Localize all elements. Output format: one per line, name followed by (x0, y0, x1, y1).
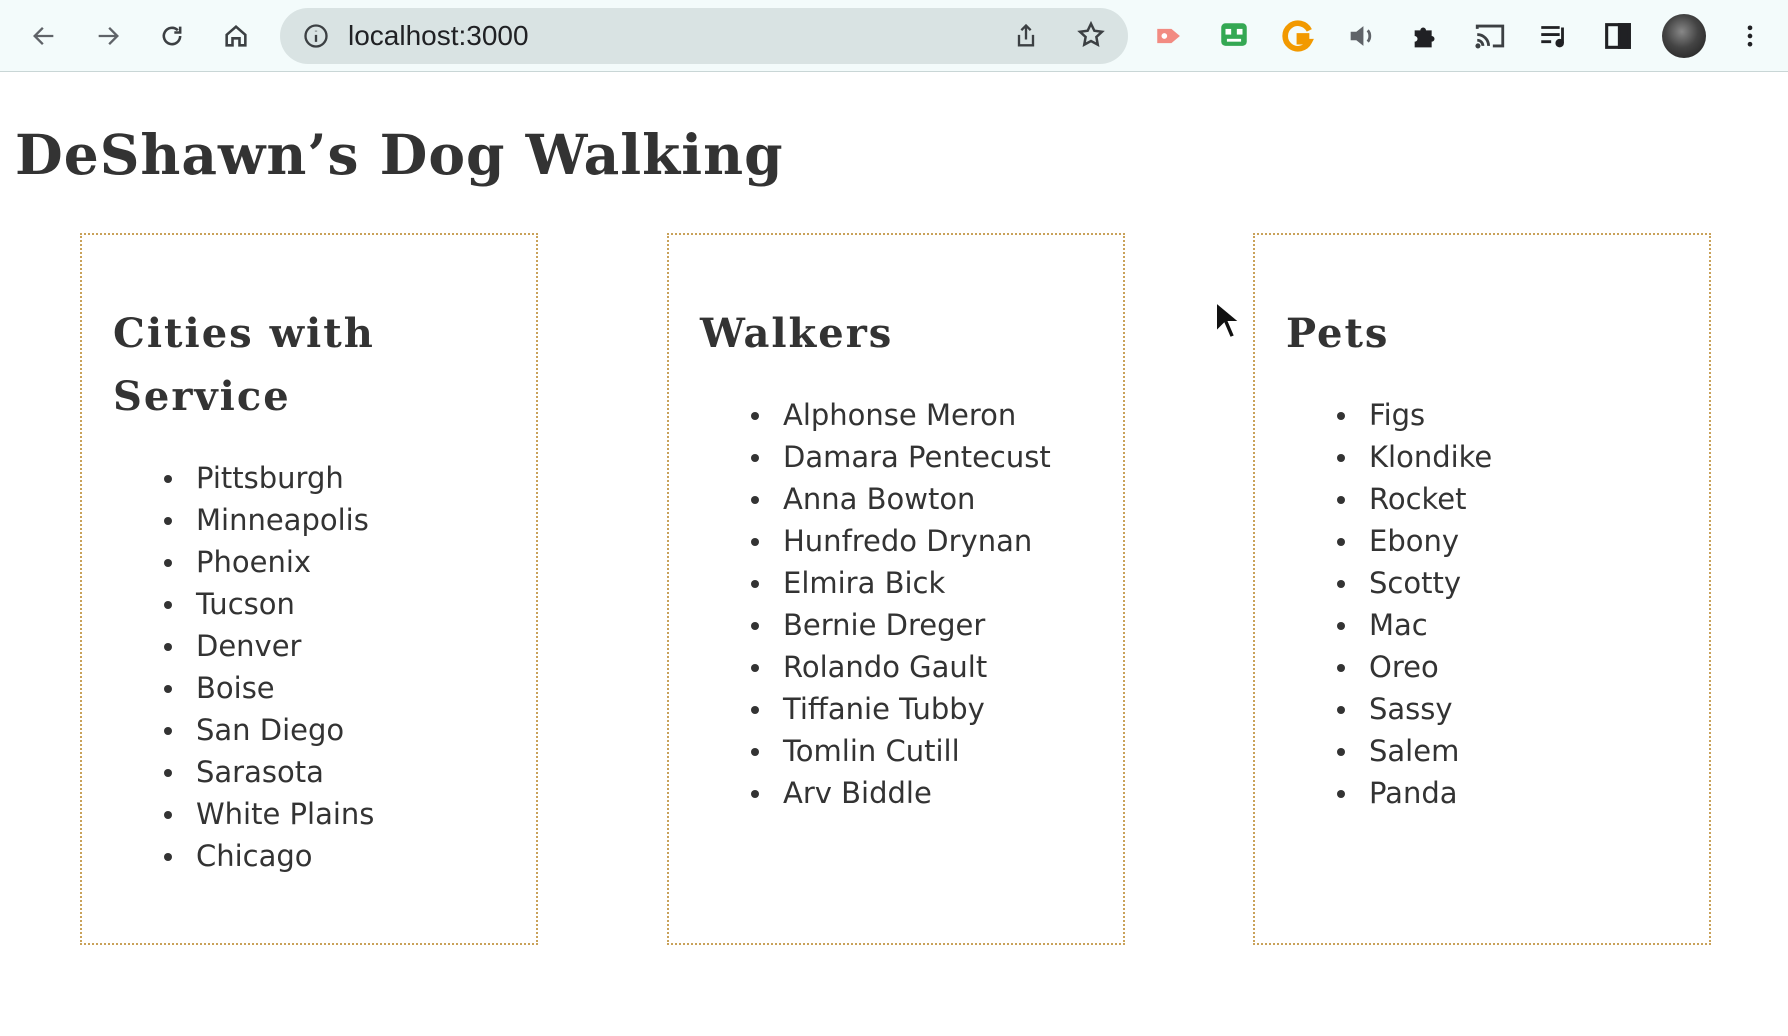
cast-icon[interactable] (1470, 16, 1510, 56)
forward-arrow-icon[interactable] (90, 18, 126, 54)
pets-heading: Pets (1286, 310, 1390, 357)
list-item: Sarasota (162, 751, 374, 793)
address-bar[interactable] (280, 8, 1128, 64)
list-item: Denver (162, 625, 374, 667)
list-item: Panda (1335, 772, 1492, 814)
list-item: Sassy (1335, 688, 1492, 730)
cities-heading: Cities with Service (113, 310, 375, 420)
list-item: Klondike (1335, 436, 1492, 478)
url-input[interactable] (348, 8, 948, 64)
list-item: Rocket (1335, 478, 1492, 520)
cities-card: Cities with Service Pittsburgh Minneapol… (80, 233, 538, 945)
walkers-card: Walkers Alphonse Meron Damara Pentecust … (667, 233, 1125, 945)
robot-face-icon[interactable] (1214, 16, 1254, 56)
list-item: Anna Bowton (749, 478, 1051, 520)
list-item: Tucson (162, 583, 374, 625)
list-item: Salem (1335, 730, 1492, 772)
cities-list: Pittsburgh Minneapolis Phoenix Tucson De… (162, 457, 374, 877)
list-item: Ebony (1335, 520, 1492, 562)
list-item: Arv Biddle (749, 772, 1051, 814)
list-item: Phoenix (162, 541, 374, 583)
list-item: Rolando Gault (749, 646, 1051, 688)
list-item: Figs (1335, 394, 1492, 436)
list-item: Scotty (1335, 562, 1492, 604)
puzzle-icon[interactable] (1406, 16, 1446, 56)
list-item: Pittsburgh (162, 457, 374, 499)
list-item: San Diego (162, 709, 374, 751)
list-item: Elmira Bick (749, 562, 1051, 604)
home-icon[interactable] (218, 18, 254, 54)
walkers-list: Alphonse Meron Damara Pentecust Anna Bow… (749, 394, 1051, 814)
list-item: Boise (162, 667, 374, 709)
share-icon[interactable] (1012, 22, 1040, 50)
list-item: White Plains (162, 793, 374, 835)
list-item: Tiffanie Tubby (749, 688, 1051, 730)
back-arrow-icon[interactable] (26, 18, 62, 54)
more-menu-icon[interactable] (1732, 18, 1768, 54)
list-item: Bernie Dreger (749, 604, 1051, 646)
list-item: Tomlin Cutill (749, 730, 1051, 772)
browser-toolbar (0, 0, 1788, 72)
grammar-g-icon[interactable] (1278, 16, 1318, 56)
profile-avatar[interactable] (1662, 14, 1706, 58)
reload-icon[interactable] (154, 18, 190, 54)
walkers-heading: Walkers (700, 310, 894, 357)
media-queue-icon[interactable] (1534, 16, 1574, 56)
speaker-icon[interactable] (1342, 16, 1382, 56)
list-item: Chicago (162, 835, 374, 877)
list-item: Mac (1335, 604, 1492, 646)
side-panel-icon[interactable] (1598, 16, 1638, 56)
video-record-icon[interactable] (1150, 16, 1190, 56)
site-info-icon[interactable] (302, 22, 330, 50)
list-item: Minneapolis (162, 499, 374, 541)
mouse-cursor-icon (1215, 300, 1240, 340)
list-item: Alphonse Meron (749, 394, 1051, 436)
pets-card: Pets Figs Klondike Rocket Ebony Scotty M… (1253, 233, 1711, 945)
list-item: Hunfredo Drynan (749, 520, 1051, 562)
bookmark-star-icon[interactable] (1076, 20, 1106, 50)
list-item: Oreo (1335, 646, 1492, 688)
pets-list: Figs Klondike Rocket Ebony Scotty Mac Or… (1335, 394, 1492, 814)
list-item: Damara Pentecust (749, 436, 1051, 478)
page-title: DeShawn’s Dog Walking (15, 122, 784, 187)
